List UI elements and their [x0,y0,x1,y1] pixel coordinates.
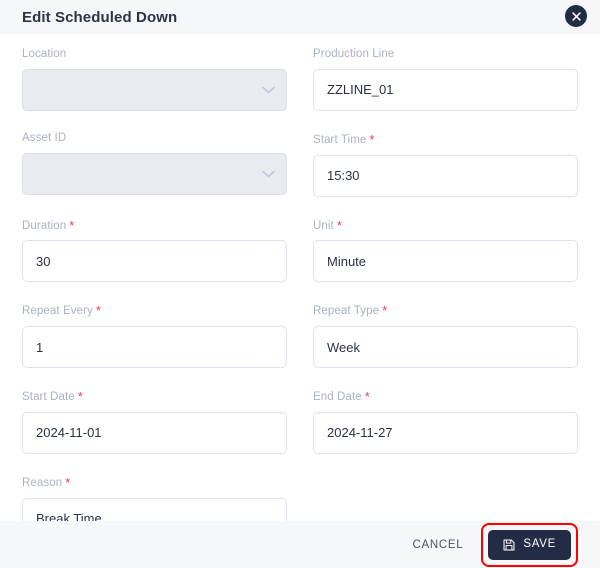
field-duration: Duration * [22,218,287,283]
asset-id-select[interactable] [22,152,287,195]
grid-spacer [313,475,578,521]
label-unit: Unit * [313,217,343,233]
location-select[interactable] [22,68,287,111]
end-date-input[interactable] [313,411,578,454]
label-location: Location [22,48,67,60]
required-marker: * [77,389,83,405]
page-title: Edit Scheduled Down [22,8,178,26]
required-marker: * [69,217,75,233]
required-marker: * [95,303,102,319]
field-repeat-every: Repeat Every * [22,303,287,369]
label-duration: Duration * [22,217,75,233]
close-icon [571,11,581,21]
label-start-date: Start Date * [22,389,83,405]
field-asset-id: Asset ID [22,132,287,197]
field-reason: Reason * [22,475,287,521]
field-unit: Unit * [313,218,578,283]
label-repeat-every: Repeat Every * [22,303,102,319]
label-production-line: Production Line [313,48,395,60]
label-end-date: End Date * [313,389,370,405]
save-floppy-icon [503,539,515,551]
field-production-line: Production Line [313,48,578,111]
repeat-every-input[interactable] [22,326,287,369]
required-marker: * [65,474,71,490]
required-marker: * [364,389,370,405]
cancel-button[interactable]: CANCEL [399,530,478,560]
start-date-input[interactable] [22,411,287,454]
duration-input[interactable] [22,240,287,283]
save-button-label: SAVE [523,537,556,550]
repeat-type-input[interactable] [313,326,578,369]
save-button-highlight: SAVE [481,522,578,567]
label-start-time: Start Time * [313,131,375,147]
dialog-header: Edit Scheduled Down [0,0,600,34]
form-grid: Location Production Line Asset ID [22,48,578,521]
dialog-body: Location Production Line Asset ID [0,34,600,521]
start-time-input[interactable] [313,154,578,197]
save-button[interactable]: SAVE [488,529,571,560]
dialog-footer: CANCEL SAVE [0,521,600,568]
required-marker: * [382,303,388,319]
field-end-date: End Date * [313,389,578,454]
label-asset-id: Asset ID [22,131,67,144]
close-button[interactable] [565,5,587,27]
field-location: Location [22,48,287,111]
field-repeat-type: Repeat Type * [313,303,578,369]
required-marker: * [336,217,343,233]
edit-scheduled-down-dialog: Edit Scheduled Down Location Production … [0,0,600,568]
field-start-time: Start Time * [313,132,578,197]
select-wrap-asset-id [22,152,287,195]
production-line-input[interactable] [313,68,578,111]
field-start-date: Start Date * [22,389,287,454]
required-marker: * [369,131,375,147]
label-repeat-type: Repeat Type * [313,303,388,319]
select-wrap-location [22,68,287,111]
reason-input[interactable] [22,497,287,521]
unit-input[interactable] [313,240,578,283]
label-reason: Reason * [22,474,71,490]
